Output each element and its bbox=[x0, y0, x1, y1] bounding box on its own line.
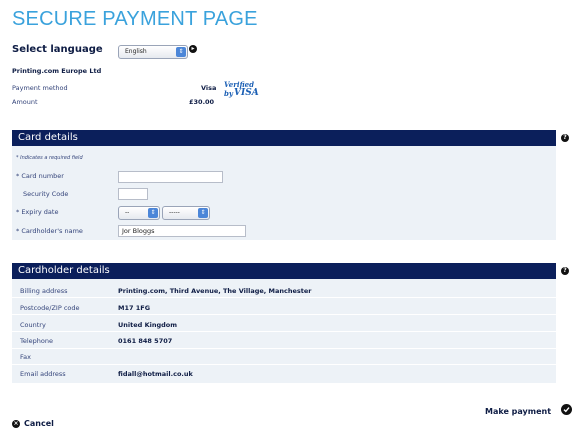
row-divider bbox=[12, 314, 556, 315]
telephone-value: 0161 848 5707 bbox=[118, 337, 173, 345]
billing-address-value: Printing.com, Third Avenue, The Village,… bbox=[118, 287, 312, 295]
row-divider bbox=[12, 331, 556, 332]
cancel-label: Cancel bbox=[24, 419, 54, 428]
row-divider bbox=[12, 364, 556, 365]
close-icon: × bbox=[12, 420, 20, 428]
country-value: United Kingdom bbox=[118, 321, 178, 329]
security-code-input[interactable] bbox=[118, 188, 148, 200]
visa-logo-line2: VISA bbox=[234, 88, 259, 98]
amount-label: Amount bbox=[12, 98, 38, 106]
country-label: Country bbox=[20, 321, 46, 329]
fax-label: Fax bbox=[20, 353, 31, 361]
expiry-year-select[interactable]: ----- ⇕ bbox=[162, 206, 210, 220]
required-field-note: * Indicates a required field bbox=[16, 155, 83, 161]
make-payment-button[interactable]: Make payment bbox=[485, 407, 551, 416]
select-arrows-icon: ⇕ bbox=[176, 47, 186, 57]
expiry-month-select[interactable]: -- ⇕ bbox=[118, 206, 160, 220]
cardholder-name-input[interactable]: Jor Bloggs bbox=[118, 225, 246, 237]
card-details-panel bbox=[12, 146, 556, 240]
select-arrows-icon: ⇕ bbox=[198, 208, 208, 218]
language-go-icon[interactable]: ▸ bbox=[189, 45, 197, 53]
expiry-date-label: * Expiry date bbox=[16, 208, 59, 216]
expiry-month-value: -- bbox=[125, 209, 130, 216]
check-icon[interactable] bbox=[561, 404, 572, 415]
language-select[interactable]: English ⇕ bbox=[118, 45, 188, 59]
card-details-header: Card details bbox=[12, 130, 556, 146]
cardholder-details-header: Cardholder details bbox=[12, 263, 556, 279]
security-code-label: Security Code bbox=[23, 190, 69, 198]
row-divider bbox=[12, 348, 556, 349]
select-language-label: Select language bbox=[12, 44, 103, 55]
row-divider bbox=[12, 297, 556, 298]
language-select-value: English bbox=[125, 48, 147, 55]
cardholder-details-help-icon[interactable]: ? bbox=[561, 267, 569, 275]
amount-value: £30.00 bbox=[189, 98, 215, 106]
telephone-label: Telephone bbox=[20, 337, 54, 345]
payment-method-value: Visa bbox=[201, 84, 217, 92]
card-number-input[interactable] bbox=[118, 171, 223, 183]
email-address-label: Email address bbox=[20, 370, 66, 378]
expiry-year-value: ----- bbox=[169, 209, 180, 216]
verified-by-visa-logo: Verified by VISA bbox=[224, 80, 264, 102]
card-details-help-icon[interactable]: ? bbox=[561, 134, 569, 142]
select-arrows-icon: ⇕ bbox=[148, 208, 158, 218]
check-mark-icon bbox=[563, 407, 570, 413]
merchant-name: Printing.com Europe Ltd bbox=[12, 67, 102, 75]
page-title: SECURE PAYMENT PAGE bbox=[12, 8, 258, 30]
billing-address-label: Billing address bbox=[20, 287, 68, 295]
cardholder-name-label: * Cardholder's name bbox=[16, 227, 83, 235]
postcode-value: M17 1FG bbox=[118, 304, 151, 312]
payment-method-label: Payment method bbox=[12, 84, 68, 92]
card-number-label: * Card number bbox=[16, 172, 64, 180]
email-address-value: fidall@hotmail.co.uk bbox=[118, 370, 193, 378]
postcode-label: Postcode/ZIP code bbox=[20, 304, 80, 312]
